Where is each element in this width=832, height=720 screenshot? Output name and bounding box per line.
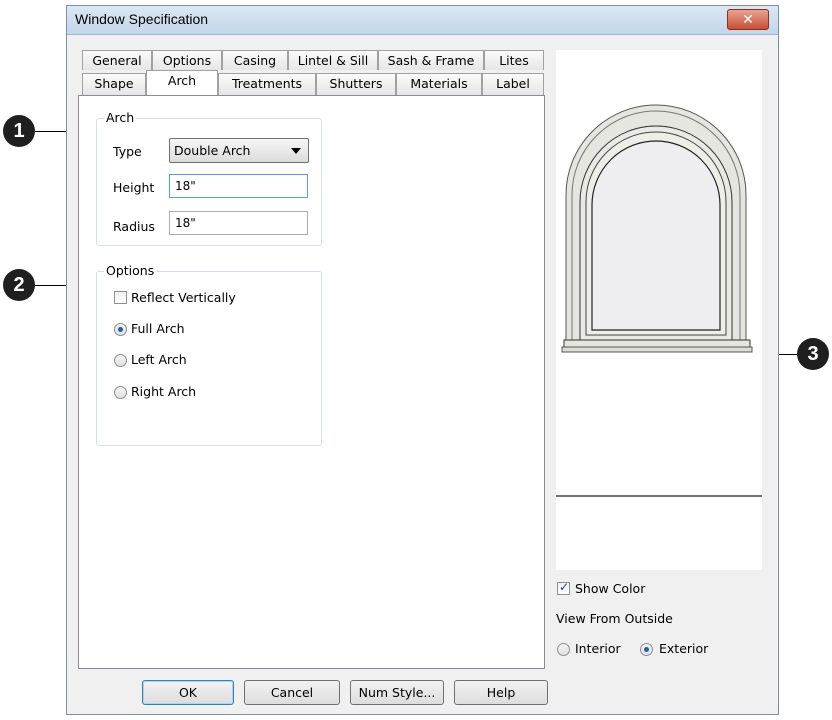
- left-arch-label: Left Arch: [131, 352, 187, 367]
- radius-value: 18": [175, 216, 196, 230]
- arch-type-value: Double Arch: [174, 143, 251, 158]
- height-input[interactable]: 18": [169, 174, 308, 198]
- show-color-label: Show Color: [575, 581, 646, 596]
- tab-label: General: [92, 53, 142, 68]
- full-arch-label: Full Arch: [131, 321, 185, 336]
- height-label: Height: [113, 180, 155, 195]
- tab-options[interactable]: Options: [152, 50, 222, 70]
- tab-label: Lintel & Sill: [297, 53, 369, 68]
- tab-label: Shutters: [329, 76, 383, 91]
- dialog-title: Window Specification: [75, 11, 209, 27]
- arch-group-label: Arch: [104, 110, 137, 125]
- tab-arch[interactable]: Arch: [146, 70, 218, 95]
- exterior-label: Exterior: [659, 641, 709, 656]
- radius-input[interactable]: 18": [169, 211, 308, 235]
- interior-radio[interactable]: [557, 643, 570, 656]
- tab-label: Lites: [499, 53, 529, 68]
- radius-label: Radius: [113, 219, 155, 234]
- tab-label: Label: [496, 76, 530, 91]
- callout-3: 3: [797, 338, 829, 370]
- tab-shape[interactable]: Shape: [82, 73, 146, 95]
- num-style-label: Num Style...: [358, 685, 436, 700]
- tab-label: Shape: [94, 76, 134, 91]
- num-style-button[interactable]: Num Style...: [350, 680, 444, 705]
- callout-2: 2: [3, 269, 35, 301]
- tab-materials[interactable]: Materials: [396, 73, 482, 95]
- ok-button[interactable]: OK: [142, 680, 234, 705]
- tab-label: Casing: [233, 53, 277, 68]
- options-group-label: Options: [104, 263, 157, 278]
- tab-treatments[interactable]: Treatments: [218, 73, 316, 95]
- tab-lintel-sill[interactable]: Lintel & Sill: [288, 50, 378, 70]
- title-bar[interactable]: Window Specification ✕: [67, 6, 778, 35]
- tab-label: Options: [162, 53, 212, 68]
- close-icon: ✕: [742, 11, 754, 28]
- full-arch-radio[interactable]: [114, 323, 127, 336]
- tab-label: Sash & Frame: [387, 53, 475, 68]
- tab-lites[interactable]: Lites: [484, 50, 544, 70]
- callout-2-number: 2: [13, 273, 25, 296]
- window-preview: [556, 50, 762, 570]
- callout-1: 1: [3, 115, 35, 147]
- reflect-vertically-checkbox[interactable]: [114, 291, 127, 304]
- reflect-vertically-label: Reflect Vertically: [131, 290, 236, 305]
- arch-type-dropdown[interactable]: Double Arch: [169, 138, 309, 163]
- left-arch-radio[interactable]: [114, 354, 127, 367]
- type-label: Type: [113, 144, 142, 159]
- right-arch-radio[interactable]: [114, 386, 127, 399]
- close-button[interactable]: ✕: [727, 9, 769, 30]
- arch-window-drawing: [556, 104, 762, 497]
- chevron-down-icon: [291, 148, 301, 154]
- exterior-radio[interactable]: [640, 643, 653, 656]
- tab-label-tab[interactable]: Label: [482, 73, 544, 95]
- tab-label: Arch: [167, 73, 197, 88]
- help-button[interactable]: Help: [454, 680, 548, 705]
- cancel-label: Cancel: [270, 685, 314, 700]
- view-from-outside-label: View From Outside: [556, 611, 673, 626]
- tab-general[interactable]: General: [82, 50, 152, 70]
- help-label: Help: [486, 685, 516, 700]
- callout-1-number: 1: [13, 119, 25, 142]
- tab-casing[interactable]: Casing: [222, 50, 288, 70]
- tab-sash-frame[interactable]: Sash & Frame: [378, 50, 484, 70]
- height-value: 18": [175, 179, 196, 193]
- cancel-button[interactable]: Cancel: [244, 680, 340, 705]
- ok-label: OK: [178, 685, 198, 700]
- tab-shutters[interactable]: Shutters: [316, 73, 396, 95]
- callout-3-number: 3: [807, 342, 819, 365]
- tab-label: Materials: [410, 76, 468, 91]
- right-arch-label: Right Arch: [131, 384, 197, 399]
- tab-label: Treatments: [231, 76, 303, 91]
- show-color-checkbox[interactable]: [557, 580, 570, 595]
- interior-label: Interior: [575, 641, 621, 656]
